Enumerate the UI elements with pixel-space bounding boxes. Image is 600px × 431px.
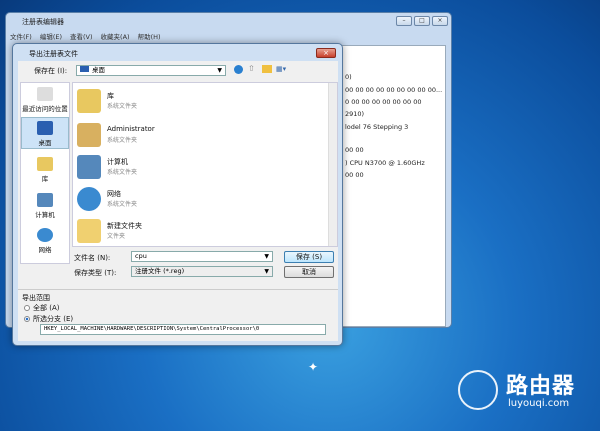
library-icon [77, 89, 101, 113]
save-in-label: 保存在 (I): [34, 66, 67, 76]
filename-value: cpu [135, 252, 147, 260]
chevron-down-icon: ▼ [264, 252, 269, 261]
value-line: 00 00 00 00 00 00 00 00 00... [345, 86, 442, 94]
minimize-button[interactable]: – [396, 16, 412, 26]
file-item[interactable]: 库系统文件夹 [77, 87, 307, 117]
network-icon [37, 228, 53, 242]
maximize-button[interactable]: □ [414, 16, 430, 26]
user-folder-icon [77, 123, 101, 147]
value-line: 00 00 [345, 171, 364, 179]
library-icon [37, 157, 53, 171]
file-item[interactable]: 新建文件夹文件夹 [77, 217, 307, 247]
place-label: 桌面 [39, 139, 52, 147]
radio-label: 全部 (A) [33, 304, 59, 312]
value-line: 2910) [345, 110, 364, 118]
menu-file[interactable]: 文件(F) [10, 31, 32, 41]
file-item[interactable]: Administrator 系统文件夹 [77, 121, 307, 151]
network-icon [77, 187, 101, 211]
place-desktop[interactable]: 桌面 [21, 117, 69, 149]
file-name: Administrator [107, 125, 155, 133]
dialog-title: 导出注册表文件 [29, 49, 78, 59]
view-menu-icon[interactable]: ▦▾ [276, 65, 290, 74]
value-line: lodel 76 Stepping 3 [345, 123, 408, 131]
value-line: ) CPU N3700 @ 1.60GHz [345, 159, 425, 167]
menu-favorites[interactable]: 收藏夹(A) [101, 31, 130, 41]
filetype-label: 保存类型 (T): [74, 268, 116, 278]
chevron-down-icon: ▼ [217, 66, 222, 75]
radio-selected-branch[interactable]: 所选分支 (E) [24, 314, 73, 324]
file-item[interactable]: 网络系统文件夹 [77, 185, 307, 215]
file-type: 系统文件夹 [107, 101, 137, 110]
chevron-down-icon: ▼ [264, 267, 269, 276]
back-icon[interactable] [234, 65, 243, 74]
radio-all[interactable]: 全部 (A) [24, 303, 59, 313]
export-dialog: 导出注册表文件 × 保存在 (I): 桌面 ▼ ⇧ ▦▾ 最近访问的位置 桌面 库… [12, 43, 343, 346]
menu-help[interactable]: 帮助(H) [138, 31, 161, 41]
value-line: 0 00 00 00 00 00 00 00 [345, 98, 422, 106]
cancel-button[interactable]: 取消 [284, 266, 334, 278]
place-label: 最近访问的位置 [22, 105, 68, 113]
menu-bar: 文件(F) 编辑(E) 查看(V) 收藏夹(A) 帮助(H) [10, 31, 448, 41]
save-button[interactable]: 保存 (S) [284, 251, 334, 263]
computer-icon [37, 193, 53, 207]
file-name: 新建文件夹 [107, 221, 142, 231]
file-item[interactable]: 计算机系统文件夹 [77, 153, 307, 183]
values-pane: 0) 00 00 00 00 00 00 00 00 00... 0 00 00… [341, 45, 446, 327]
up-folder-icon[interactable]: ⇧ [248, 64, 255, 73]
file-name: 库 [107, 91, 114, 101]
place-label: 库 [42, 175, 49, 183]
menu-edit[interactable]: 编辑(E) [40, 31, 62, 41]
file-name: 网络 [107, 189, 121, 199]
file-type: 系统文件夹 [107, 135, 137, 144]
computer-icon [77, 155, 101, 179]
desktop-icon [80, 66, 89, 72]
save-in-combo[interactable]: 桌面 ▼ [76, 65, 226, 76]
filename-label: 文件名 (N): [74, 253, 110, 263]
dialog-close-button[interactable]: × [316, 48, 336, 58]
places-bar: 最近访问的位置 桌面 库 计算机 网络 [20, 82, 70, 264]
place-recent[interactable]: 最近访问的位置 [21, 87, 69, 113]
filetype-value: 注册文件 (*.reg) [135, 267, 184, 275]
folder-icon [77, 219, 101, 243]
watermark-name: 路由器 [506, 368, 575, 400]
file-type: 文件夹 [107, 231, 125, 240]
place-label: 网络 [39, 246, 52, 254]
place-network[interactable]: 网络 [21, 228, 69, 254]
value-line: 0) [345, 73, 352, 81]
export-range-group: 导出范围 全部 (A) 所选分支 (E) HKEY_LOCAL_MACHINE\… [18, 289, 338, 341]
filetype-select[interactable]: 注册文件 (*.reg) ▼ [131, 266, 273, 277]
place-libraries[interactable]: 库 [21, 157, 69, 183]
radio-button[interactable] [24, 305, 30, 311]
save-in-value: 桌面 [92, 66, 105, 74]
place-computer[interactable]: 计算机 [21, 193, 69, 219]
file-name: 计算机 [107, 157, 128, 167]
file-type: 系统文件夹 [107, 199, 137, 208]
branch-input[interactable]: HKEY_LOCAL_MACHINE\HARDWARE\DESCRIPTION\… [40, 324, 326, 335]
dialog-body: 保存在 (I): 桌面▼ ⇧ ▦▾ 最近访问的位置 桌面 库 计算机 网络 库系… [18, 61, 338, 341]
radio-label: 所选分支 (E) [33, 315, 73, 323]
close-button[interactable]: × [432, 16, 448, 26]
recent-icon [37, 87, 53, 101]
place-label: 计算机 [35, 211, 55, 219]
radio-button[interactable] [24, 316, 30, 322]
watermark-logo: 路由器 luyouqi.com [458, 366, 593, 416]
filename-input[interactable]: cpu ▼ [131, 251, 273, 262]
export-range-title: 导出范围 [22, 293, 50, 303]
file-type: 系统文件夹 [107, 167, 137, 176]
watermark-url: luyouqi.com [508, 398, 569, 409]
new-folder-icon[interactable] [262, 65, 272, 73]
wallpaper-sparkle-icon: ✦ [308, 360, 318, 374]
menu-view[interactable]: 查看(V) [70, 31, 93, 41]
value-line: 00 00 [345, 146, 364, 154]
window-title: 注册表编辑器 [22, 17, 64, 27]
router-logo-icon [458, 370, 498, 410]
desktop-icon [37, 121, 53, 135]
file-list: 库系统文件夹 Administrator系统文件夹 计算机系统文件夹 网络系统文… [72, 82, 338, 247]
vertical-scrollbar[interactable] [328, 83, 337, 246]
